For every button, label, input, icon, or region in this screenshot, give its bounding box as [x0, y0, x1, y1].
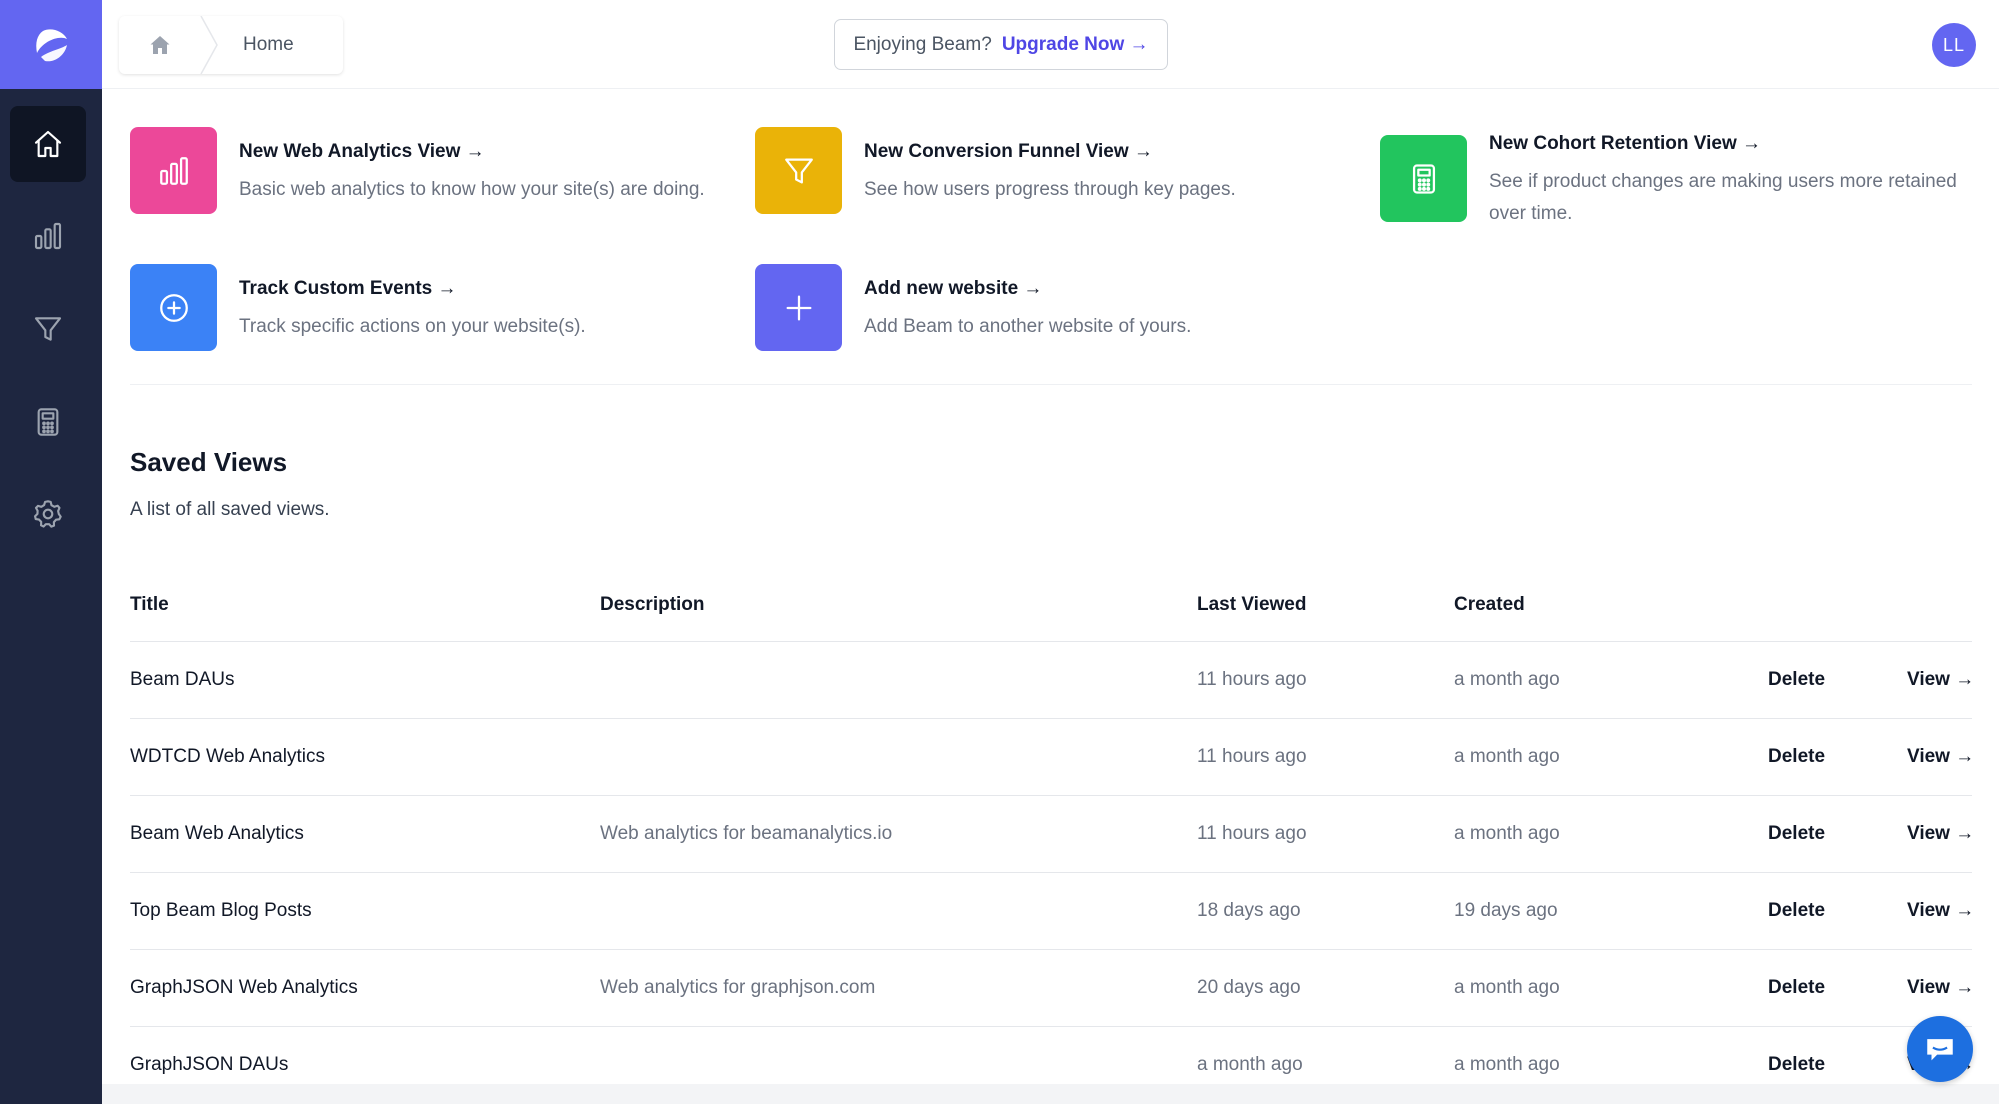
delete-button[interactable]: Delete: [1768, 823, 1825, 845]
beam-logo-icon: [36, 28, 67, 61]
row-divider: [130, 949, 1972, 950]
delete-button[interactable]: Delete: [1768, 900, 1825, 922]
action-icon-box: [755, 264, 842, 351]
delete-button[interactable]: Delete: [1768, 746, 1825, 768]
view-button[interactable]: View →: [1907, 669, 1974, 691]
upgrade-now-link[interactable]: Upgrade Now →: [1002, 34, 1149, 56]
bar-chart-icon: [34, 222, 62, 250]
action-title[interactable]: New Cohort Retention View →: [1489, 132, 1957, 156]
bar-chart-icon: [159, 156, 188, 185]
row-description: Web analytics for beamanalytics.io: [600, 823, 893, 844]
row-title[interactable]: Top Beam Blog Posts: [130, 900, 312, 922]
gear-icon: [33, 500, 62, 528]
row-title[interactable]: Beam Web Analytics: [130, 823, 304, 845]
chat-button[interactable]: [1907, 1016, 1973, 1082]
action-description-line: See if product changes are making users …: [1489, 171, 1957, 192]
row-last-viewed: 20 days ago: [1197, 977, 1301, 998]
row-description: Web analytics for graphjson.com: [600, 977, 876, 998]
upgrade-banner: Enjoying Beam? Upgrade Now →: [834, 19, 1168, 70]
action-description: Basic web analytics to know how your sit…: [239, 179, 705, 200]
row-created: a month ago: [1454, 823, 1560, 844]
action-description: See how users progress through key pages…: [864, 179, 1236, 200]
row-last-viewed: 18 days ago: [1197, 900, 1301, 921]
row-last-viewed: a month ago: [1197, 1054, 1303, 1075]
delete-button[interactable]: Delete: [1768, 1054, 1825, 1076]
plus-circle-icon: [159, 293, 188, 322]
action-add-new-website[interactable]: Add new website → Add Beam to another we…: [755, 264, 1191, 351]
action-new-conversion-funnel[interactable]: New Conversion Funnel View → See how use…: [755, 127, 1236, 214]
sidebar-item-settings[interactable]: [10, 476, 86, 552]
calculator-icon: [1412, 163, 1435, 194]
action-description: Track specific actions on your website(s…: [239, 316, 586, 337]
breadcrumb-current[interactable]: Home: [243, 34, 294, 56]
action-title[interactable]: Add new website →: [864, 277, 1191, 301]
calculator-icon: [37, 408, 59, 436]
row-title[interactable]: WDTCD Web Analytics: [130, 746, 325, 768]
plus-icon: [786, 295, 811, 320]
action-title[interactable]: New Web Analytics View →: [239, 140, 705, 164]
home-icon: [150, 36, 170, 54]
delete-button[interactable]: Delete: [1768, 669, 1825, 691]
action-title[interactable]: New Conversion Funnel View →: [864, 140, 1236, 164]
funnel-icon: [34, 317, 62, 341]
action-icon-box: [130, 264, 217, 351]
action-icon-box: [1380, 135, 1467, 222]
row-created: 19 days ago: [1454, 900, 1558, 921]
row-title[interactable]: Beam DAUs: [130, 669, 235, 691]
view-button[interactable]: View →: [1907, 900, 1974, 922]
top-bar: Home Enjoying Beam? Upgrade Now → LL: [102, 0, 1999, 89]
section-divider: [130, 384, 1972, 385]
view-button[interactable]: View →: [1907, 746, 1974, 768]
row-created: a month ago: [1454, 746, 1560, 767]
action-icon-box: [755, 127, 842, 214]
action-new-cohort-retention[interactable]: New Cohort Retention View → See if produ…: [1380, 132, 1957, 230]
row-title[interactable]: GraphJSON Web Analytics: [130, 977, 358, 999]
sidebar-item-analytics[interactable]: [10, 198, 86, 274]
view-button[interactable]: View →: [1907, 977, 1974, 999]
beam-logo[interactable]: [0, 0, 102, 89]
row-created: a month ago: [1454, 977, 1560, 998]
sidebar: [0, 0, 102, 1104]
saved-views-title: Saved Views: [130, 447, 288, 477]
funnel-icon: [784, 158, 813, 183]
row-title[interactable]: GraphJSON DAUs: [130, 1054, 288, 1076]
row-last-viewed: 11 hours ago: [1197, 823, 1307, 844]
sidebar-item-retention[interactable]: [10, 384, 86, 460]
action-icon-box: [130, 127, 217, 214]
sidebar-item-home[interactable]: [10, 106, 86, 182]
row-divider: [130, 1026, 1972, 1027]
view-button[interactable]: View →: [1907, 823, 1974, 845]
column-header-description: Description: [600, 594, 705, 615]
row-created: a month ago: [1454, 1054, 1560, 1075]
upgrade-prompt: Enjoying Beam?: [853, 33, 992, 55]
action-track-custom-events[interactable]: Track Custom Events → Track specific act…: [130, 264, 586, 351]
table-header-divider: [130, 641, 1972, 642]
action-description: Add Beam to another website of yours.: [864, 316, 1192, 337]
column-header-created: Created: [1454, 594, 1525, 615]
chat-bubble-icon: [1927, 1039, 1953, 1061]
action-description: See if product changes are making users …: [1489, 166, 1957, 230]
column-header-last-viewed: Last Viewed: [1197, 594, 1307, 615]
action-description-line: over time.: [1489, 203, 1573, 224]
breadcrumb-separator: [200, 16, 218, 74]
row-last-viewed: 11 hours ago: [1197, 746, 1307, 767]
row-created: a month ago: [1454, 669, 1560, 690]
sidebar-item-funnels[interactable]: [10, 291, 86, 367]
bottom-scroll-edge: [102, 1084, 1999, 1104]
avatar[interactable]: LL: [1932, 23, 1976, 67]
breadcrumb-home[interactable]: [119, 16, 201, 74]
row-divider: [130, 795, 1972, 796]
delete-button[interactable]: Delete: [1768, 977, 1825, 999]
breadcrumb: Home: [119, 16, 343, 74]
action-title[interactable]: Track Custom Events →: [239, 277, 586, 301]
saved-views-subtitle: A list of all saved views.: [130, 499, 330, 520]
row-divider: [130, 718, 1972, 719]
column-header-title: Title: [130, 594, 169, 615]
row-divider: [130, 872, 1972, 873]
action-new-web-analytics[interactable]: New Web Analytics View → Basic web analy…: [130, 127, 705, 214]
home-icon: [34, 130, 62, 158]
row-last-viewed: 11 hours ago: [1197, 669, 1307, 690]
